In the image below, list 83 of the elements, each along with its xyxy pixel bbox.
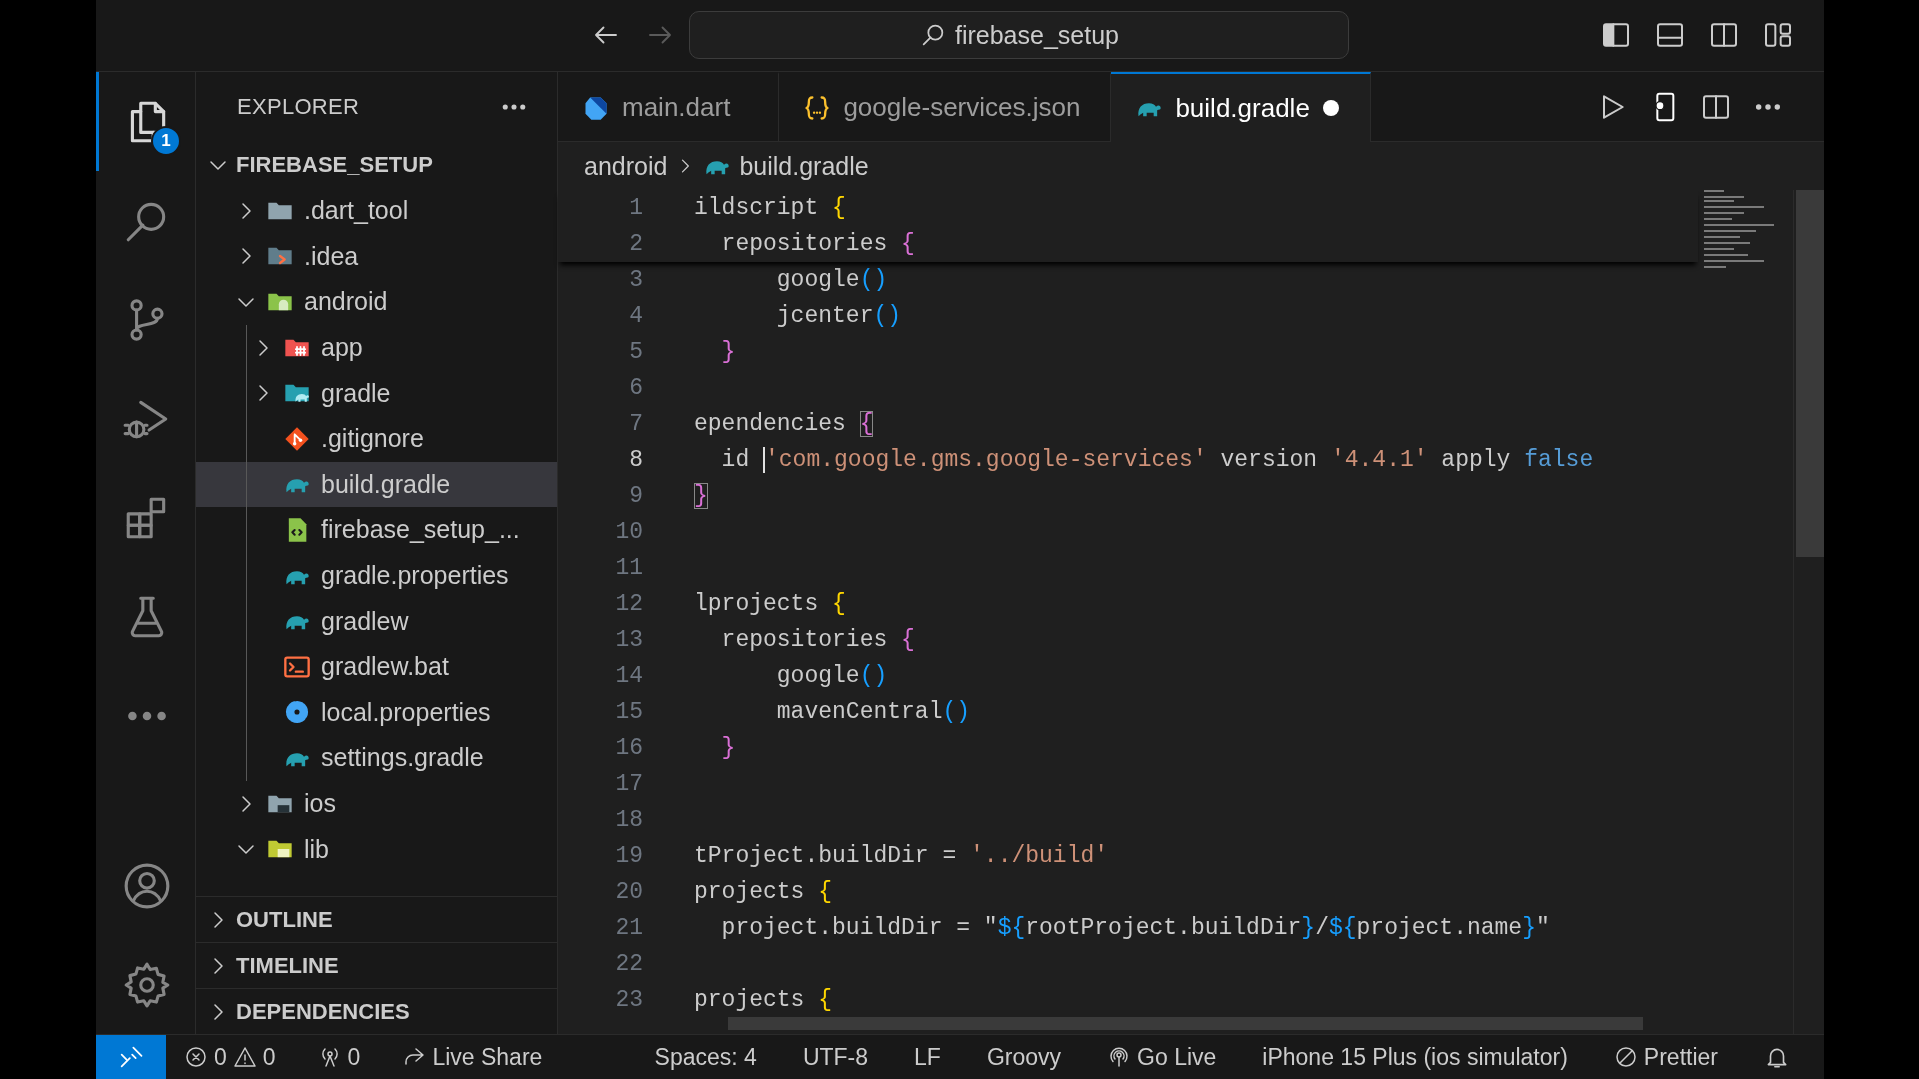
- line-number: 12: [614, 591, 644, 617]
- folder-header[interactable]: FIREBASE_SETUP: [196, 142, 557, 188]
- code-line: google(): [775, 663, 888, 689]
- ports-button[interactable]: 0: [307, 1035, 371, 1079]
- section-header[interactable]: TIMELINE: [196, 942, 557, 988]
- status-item[interactable]: UTF-8: [790, 1035, 881, 1079]
- tree-item[interactable]: .gitignore: [196, 415, 557, 462]
- unsaved-dot-icon[interactable]: [1321, 99, 1340, 117]
- line-number: 5: [628, 339, 644, 365]
- braces-icon: [803, 93, 832, 122]
- warning-icon: [232, 1045, 257, 1069]
- line-number: 4: [628, 303, 644, 329]
- line-number: 2: [628, 231, 644, 257]
- code-line: id 'com.google.gms.google-services' version '4.4.1' apply false: [720, 447, 1594, 473]
- tree-item[interactable]: gradlew.bat: [196, 643, 557, 690]
- code-line: projects {: [694, 987, 833, 1013]
- line-number: 18: [614, 807, 644, 833]
- editor-tab[interactable]: build.gradle: [1111, 72, 1371, 142]
- line-number: 3: [628, 267, 644, 293]
- editor-tab[interactable]: main.dart: [558, 72, 780, 141]
- code-line: ildscript {: [694, 195, 846, 221]
- code-line: }: [720, 735, 736, 761]
- line-number: 1: [628, 195, 644, 221]
- code-line: ependencies {: [694, 411, 874, 437]
- tree-item[interactable]: .idea: [196, 233, 557, 280]
- tree-item[interactable]: lib: [196, 826, 557, 872]
- line-number: 14: [614, 663, 644, 689]
- error-icon: [184, 1045, 208, 1069]
- code-line: project.buildDir = "${rootProject.buildDir}/${project.name}": [720, 915, 1550, 941]
- status-item[interactable]: iPhone 15 Plus (ios simulator): [1250, 1035, 1580, 1079]
- line-number: 9: [628, 483, 644, 509]
- tree-item[interactable]: android: [196, 279, 557, 325]
- line-number: 23: [614, 987, 644, 1013]
- line-number: 17: [614, 771, 644, 797]
- line-number: 10: [614, 519, 644, 545]
- line-number: 16: [614, 735, 644, 761]
- tree-item[interactable]: app: [196, 324, 557, 371]
- code-line: repositories {: [720, 231, 915, 257]
- command-center-search[interactable]: firebase_setup: [689, 11, 1349, 59]
- line-number: 20: [614, 879, 644, 905]
- blocked-icon: [1613, 1045, 1638, 1069]
- tree-item[interactable]: gradlew: [196, 598, 557, 644]
- status-item[interactable]: LF: [902, 1035, 953, 1079]
- tree-item[interactable]: firebase_setup_...: [196, 507, 557, 553]
- code-line: mavenCentral(): [775, 699, 971, 725]
- notification-badge: 1: [151, 126, 181, 156]
- go-live-button[interactable]: Go Live: [1095, 1035, 1229, 1079]
- line-number: 19: [614, 843, 644, 869]
- code-line: google(): [775, 267, 888, 293]
- line-number: 21: [614, 915, 644, 941]
- line-number: 6: [628, 375, 644, 401]
- tree-item[interactable]: .dart_tool: [196, 188, 557, 234]
- tree-item[interactable]: build.gradle: [196, 461, 557, 508]
- section-header[interactable]: OUTLINE: [196, 896, 557, 942]
- status-item[interactable]: Spaces: 4: [642, 1035, 769, 1079]
- code-line: projects {: [694, 879, 833, 905]
- code-line: }: [694, 483, 708, 509]
- tree-item[interactable]: settings.gradle: [196, 735, 557, 781]
- code-line: lprojects {: [694, 591, 846, 617]
- line-number: 22: [614, 951, 644, 977]
- tree-item[interactable]: local.properties: [196, 689, 557, 736]
- line-number: 11: [614, 555, 644, 581]
- sidebar-title: EXPLORER: [237, 94, 360, 120]
- tree-item[interactable]: gradle: [196, 370, 557, 416]
- line-number: 7: [628, 411, 644, 437]
- breadcrumb-item[interactable]: android: [584, 151, 668, 181]
- code-line: repositories {: [720, 627, 915, 653]
- status-item[interactable]: Groovy: [974, 1035, 1074, 1079]
- live-share-button[interactable]: Live Share: [392, 1035, 553, 1079]
- remote-button[interactable]: [96, 1035, 166, 1079]
- line-number: 15: [614, 699, 644, 725]
- line-number: 13: [614, 627, 644, 653]
- line-number: 8: [628, 447, 644, 473]
- breadcrumb-item[interactable]: build.gradle: [739, 151, 869, 181]
- prettier-button[interactable]: Prettier: [1601, 1035, 1730, 1079]
- scrollbar-thumb[interactable]: [1796, 190, 1824, 557]
- tree-item[interactable]: ios: [196, 780, 557, 827]
- scrollbar-thumb[interactable]: [728, 1017, 1643, 1030]
- problems-button[interactable]: 0 0: [174, 1035, 286, 1079]
- code-line: }: [720, 339, 736, 365]
- code-line: tProject.buildDir = '../build': [694, 843, 1109, 869]
- tree-item[interactable]: gradle.properties: [196, 552, 557, 599]
- code-line: jcenter(): [775, 303, 902, 329]
